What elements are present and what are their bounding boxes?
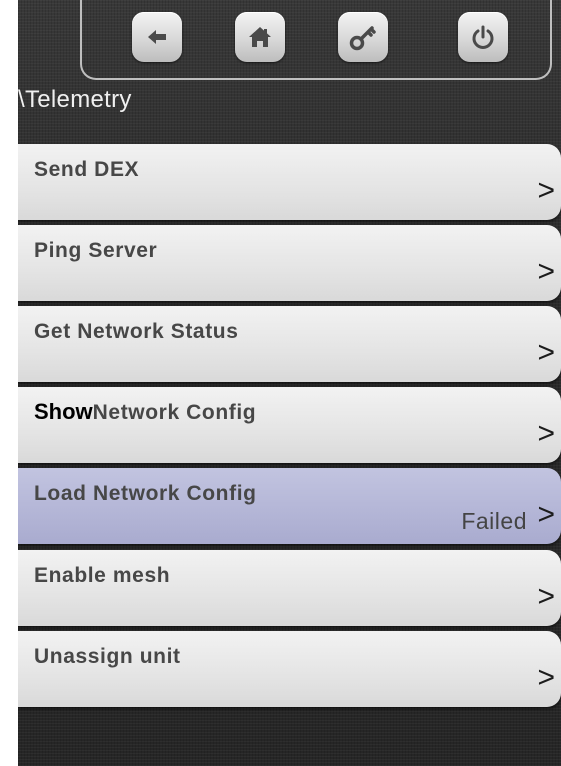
power-button[interactable] xyxy=(458,12,508,62)
menu-item-send-dex[interactable]: Send DEX > xyxy=(18,144,561,220)
menu-item-status: Failed xyxy=(461,508,527,534)
back-arrow-icon xyxy=(148,30,166,44)
menu-item-label: ShowNetwork Config xyxy=(34,399,257,424)
chevron-right-icon: > xyxy=(537,498,555,531)
menu-item-show-network-config[interactable]: ShowNetwork Config > xyxy=(18,387,561,463)
home-button[interactable] xyxy=(235,12,285,62)
chevron-right-icon: > xyxy=(537,661,555,694)
menu-item-label: Send DEX xyxy=(34,158,140,181)
back-button[interactable] xyxy=(132,12,182,62)
menu-item-get-network-status[interactable]: Get Network Status > xyxy=(18,306,561,382)
home-icon xyxy=(249,27,271,47)
menu-item-label: Load Network Config xyxy=(34,482,257,505)
breadcrumb: \Telemetry xyxy=(18,86,132,113)
menu-item-label: Ping Server xyxy=(34,239,158,262)
menu-item-load-network-config[interactable]: Load Network Config Failed > xyxy=(18,468,561,544)
menu-item-label: Unassign unit xyxy=(34,645,181,668)
menu-item-enable-mesh[interactable]: Enable mesh > xyxy=(18,550,561,626)
chevron-right-icon: > xyxy=(537,580,555,613)
key-button[interactable] xyxy=(338,12,388,62)
chevron-right-icon: > xyxy=(537,255,555,288)
menu-item-unassign-unit[interactable]: Unassign unit > xyxy=(18,631,561,707)
key-icon xyxy=(349,26,376,51)
menu-item-label: Enable mesh xyxy=(34,564,171,587)
menu-item-label: Get Network Status xyxy=(34,320,239,343)
power-icon xyxy=(472,25,494,49)
chevron-right-icon: > xyxy=(537,417,555,450)
chevron-right-icon: > xyxy=(537,174,555,207)
telemetry-screen: \Telemetry Send DEX > Ping Server > Get … xyxy=(18,0,561,766)
menu-item-ping-server[interactable]: Ping Server > xyxy=(18,225,561,301)
chevron-right-icon: > xyxy=(537,336,555,369)
